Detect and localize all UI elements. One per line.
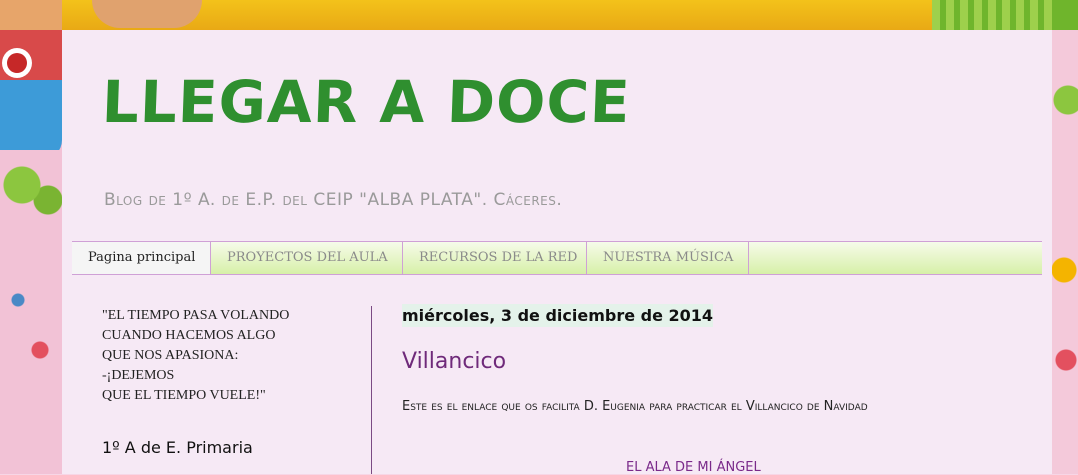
sidebar-heading: 1º A de E. Primaria — [102, 438, 253, 457]
quote-line: QUE EL TIEMPO VUELE!" — [102, 388, 266, 403]
quote-line: "EL TIEMPO PASA VOLANDO — [102, 308, 290, 323]
sidebar-quote: "EL TIEMPO PASA VOLANDO CUANDO HACEMOS A… — [102, 306, 362, 406]
post-date: miércoles, 3 de diciembre de 2014 — [402, 304, 714, 327]
right-decoration — [1052, 0, 1078, 474]
quote-line: CUANDO HACEMOS ALGO — [102, 328, 276, 343]
sidebar: "EL TIEMPO PASA VOLANDO CUANDO HACEMOS A… — [102, 306, 362, 406]
grass-image — [932, 0, 1052, 30]
content-panel: LLEGAR A DOCE Blog de 1º A. de E.P. del … — [62, 30, 1052, 475]
blog-description: Blog de 1º A. de E.P. del CEIP "ALBA PLA… — [104, 190, 563, 210]
tab-proyectos-del-aula[interactable]: PROYECTOS DEL AULA — [211, 242, 403, 274]
cartoon-figure-image — [0, 0, 62, 160]
post-link[interactable]: EL ALA DE MI ÁNGEL — [626, 460, 761, 475]
tab-pagina-principal[interactable]: Pagina principal — [72, 242, 211, 274]
tab-recursos-de-la-red[interactable]: RECURSOS DE LA RED — [403, 242, 587, 274]
tab-nuestra-musica[interactable]: NUESTRA MÚSICA — [587, 242, 749, 274]
post-body: Este es el enlace que os facilita D. Eug… — [402, 399, 868, 414]
quote-line: QUE NOS APASIONA: — [102, 348, 239, 363]
blog-post: miércoles, 3 de diciembre de 2014 Villan… — [402, 304, 1002, 475]
cartoon-figure-top-image — [92, 0, 202, 28]
left-decoration — [0, 0, 62, 474]
top-decoration — [62, 0, 1052, 30]
column-divider — [371, 306, 372, 474]
quote-line: -¡DEJEMOS — [102, 368, 175, 383]
post-title[interactable]: Villancico — [402, 349, 1002, 374]
nav-tabs: Pagina principal PROYECTOS DEL AULA RECU… — [72, 241, 1042, 275]
blog-title[interactable]: LLEGAR A DOCE — [101, 68, 632, 136]
